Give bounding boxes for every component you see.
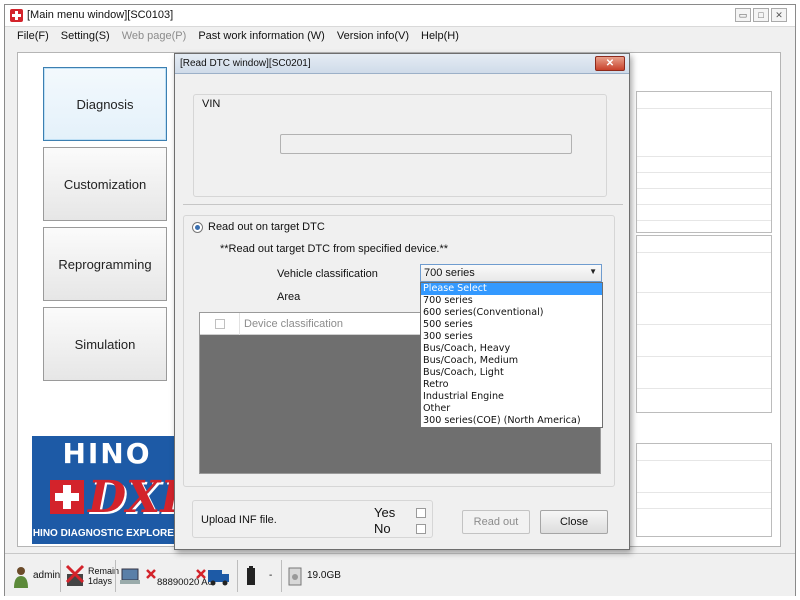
status-bar: admin Remain 1days 88890020 A0 - 19.0GB xyxy=(5,553,795,596)
menu-file[interactable]: File(F) xyxy=(11,27,55,47)
main-window-title: [Main menu window][SC0103] xyxy=(27,9,174,21)
read-out-note: **Read out target DTC from specified dev… xyxy=(220,243,449,255)
disk-free: 19.0GB xyxy=(307,570,341,581)
simulation-button[interactable]: Simulation xyxy=(43,307,167,381)
reprogramming-button[interactable]: Reprogramming xyxy=(43,227,167,301)
status-disk: 19.0GB xyxy=(287,554,341,597)
upload-yes-checkbox[interactable] xyxy=(416,508,426,518)
truck-icon xyxy=(208,569,229,585)
radio-label: Read out on target DTC xyxy=(208,221,325,233)
menu-help[interactable]: Help(H) xyxy=(415,27,465,47)
upload-inf-label: Upload INF file. xyxy=(201,514,277,526)
logo-cross-icon xyxy=(50,480,84,514)
right-panel-top xyxy=(636,91,772,233)
vin-input[interactable] xyxy=(280,134,572,154)
status-remain: Remain 1days xyxy=(65,554,119,597)
dialog-title: [Read DTC window][SC0201] xyxy=(180,58,311,69)
diagnosis-button[interactable]: Diagnosis xyxy=(43,67,167,141)
device-id: 88890020 xyxy=(157,577,200,588)
logo-hino-text: HINO xyxy=(32,436,182,472)
disk-icon xyxy=(288,567,302,585)
menu-web-page[interactable]: Web page(P) xyxy=(116,27,193,47)
dialog-titlebar[interactable]: [Read DTC window][SC0201] ✕ xyxy=(175,54,629,74)
menubar: File(F) Setting(S) Web page(P) Past work… xyxy=(5,27,795,47)
select-all-checkbox[interactable] xyxy=(215,319,225,329)
user-name: admin xyxy=(33,570,61,581)
upload-no-checkbox[interactable] xyxy=(416,524,426,534)
vehicle-classification-dropdown: Please Select 700 series 600 series(Conven… xyxy=(420,282,603,428)
upload-yes-label: Yes xyxy=(374,505,396,520)
read-out-target-radio[interactable]: Read out on target DTC xyxy=(192,221,325,233)
dropdown-option[interactable]: Industrial Engine xyxy=(421,391,602,403)
close-button[interactable]: Close xyxy=(540,510,608,534)
maximize-button[interactable]: □ xyxy=(753,8,769,22)
vehicle-classification-select[interactable]: 700 series ▼ xyxy=(420,264,602,282)
area-label: Area xyxy=(277,291,301,303)
minimize-button[interactable]: ▭ xyxy=(735,8,751,22)
device-error-icon xyxy=(146,568,156,579)
chevron-down-icon[interactable]: ▼ xyxy=(589,267,597,276)
dropdown-option[interactable]: 300 series(COE) (North America) xyxy=(421,415,602,427)
menu-setting[interactable]: Setting(S) xyxy=(55,27,116,47)
right-panel-bottom xyxy=(636,443,772,537)
status-user: admin xyxy=(13,554,60,597)
dropdown-option[interactable]: 500 series xyxy=(421,319,602,331)
dropdown-option[interactable]: Bus/Coach, Medium xyxy=(421,355,602,367)
radio-selected-icon[interactable] xyxy=(192,221,203,233)
read-out-button[interactable]: Read out xyxy=(462,510,530,534)
status-vehicle xyxy=(195,554,231,597)
selected-vehicle-value: 700 series xyxy=(424,267,475,279)
dropdown-option[interactable]: Bus/Coach, Light xyxy=(421,367,602,379)
laptop-icon xyxy=(120,568,140,584)
section-divider xyxy=(183,204,623,205)
dropdown-option[interactable]: Retro xyxy=(421,379,602,391)
dialog-close-icon[interactable]: ✕ xyxy=(595,56,625,71)
user-icon xyxy=(14,566,28,588)
device-classification-header: Device classification xyxy=(244,318,344,330)
dropdown-option[interactable]: 300 series xyxy=(421,331,602,343)
right-panel-middle xyxy=(636,235,772,413)
read-dtc-dialog: [Read DTC window][SC0201] ✕ VIN Read out… xyxy=(174,53,630,550)
menu-version-info[interactable]: Version info(V) xyxy=(331,27,415,47)
hino-dx2-logo: HINO DXII HINO DIAGNOSTIC EXPLORER xyxy=(32,436,201,544)
dropdown-option[interactable]: Bus/Coach, Heavy xyxy=(421,343,602,355)
vehicle-classification-label: Vehicle classification xyxy=(277,268,378,280)
battery-value: - xyxy=(269,570,273,581)
dropdown-option[interactable]: 600 series(Conventional) xyxy=(421,307,602,319)
customization-button[interactable]: Customization xyxy=(43,147,167,221)
close-window-button[interactable]: ✕ xyxy=(771,8,787,22)
menu-past-work-information[interactable]: Past work information (W) xyxy=(192,27,331,47)
dropdown-option[interactable]: 700 series xyxy=(421,295,602,307)
license-warning-icon xyxy=(65,564,85,586)
dropdown-option[interactable]: Please Select xyxy=(421,283,602,295)
vehicle-error-icon xyxy=(196,568,206,579)
logo-tagline: HINO DIAGNOSTIC EXPLORER xyxy=(32,524,182,544)
dropdown-option[interactable]: Other xyxy=(421,403,602,415)
status-battery: - xyxy=(245,554,272,597)
vin-label: VIN xyxy=(202,98,221,110)
hino-app-icon xyxy=(10,9,23,22)
upload-no-label: No xyxy=(374,521,391,536)
main-titlebar[interactable]: [Main menu window][SC0103] ▭ □ ✕ xyxy=(5,5,795,27)
battery-icon xyxy=(247,565,255,585)
